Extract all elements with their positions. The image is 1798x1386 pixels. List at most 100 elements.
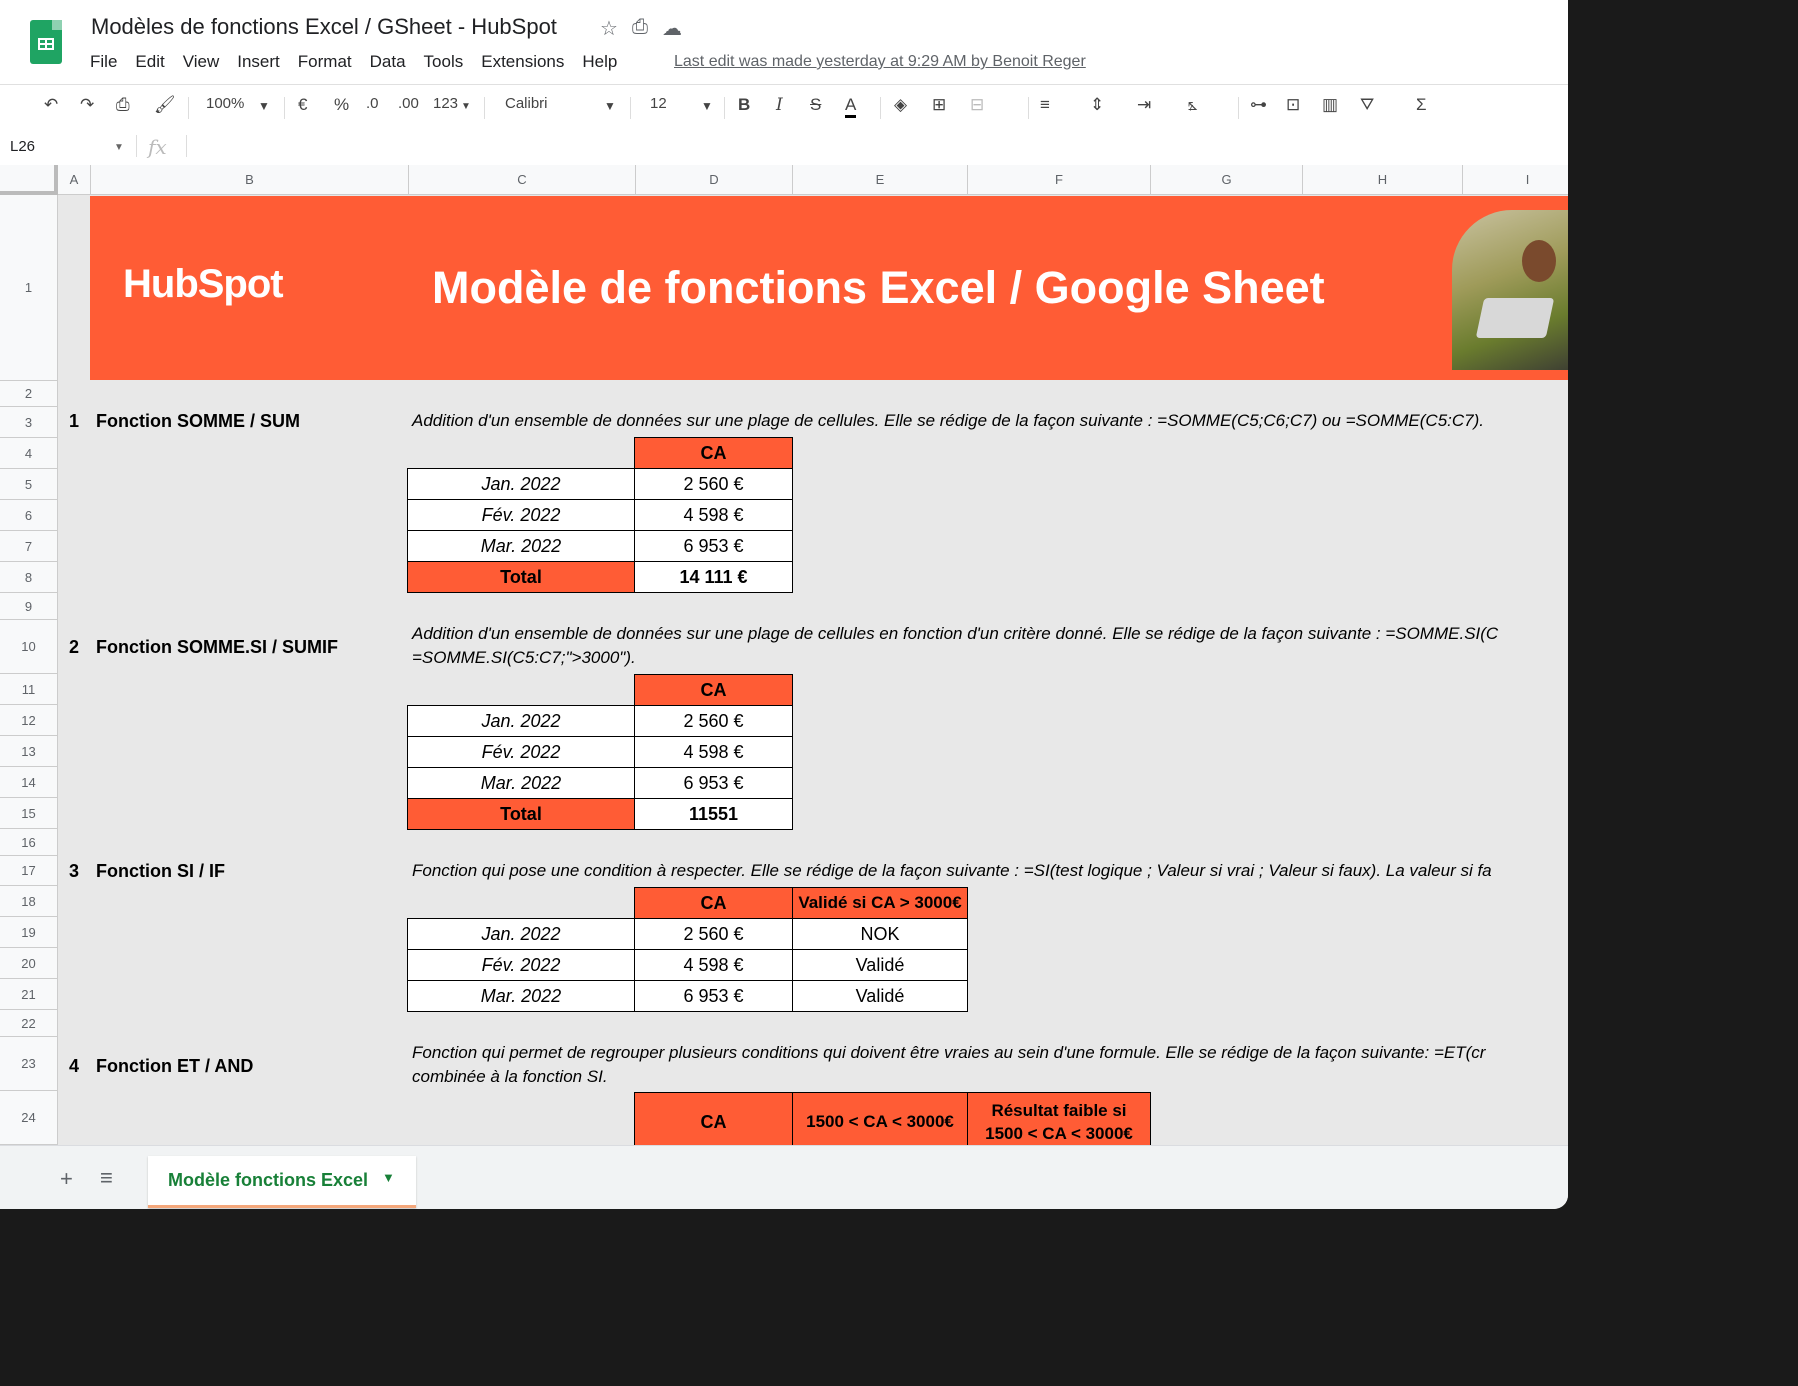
filter-icon[interactable]: ⛛ (1360, 95, 1374, 115)
column-header-f[interactable]: F (968, 165, 1151, 195)
table-cell-month[interactable]: Jan. 2022 (407, 705, 635, 737)
row-header[interactable]: 22 (0, 1010, 58, 1037)
chevron-down-icon[interactable]: ▼ (461, 101, 471, 112)
table-total-value[interactable]: 14 111 € (634, 561, 793, 593)
sheet-tab-active[interactable]: Modèle fonctions Excel ▼ (148, 1156, 416, 1208)
chevron-down-icon[interactable]: ▼ (701, 99, 713, 113)
text-wrap-icon[interactable]: ⇥ (1137, 95, 1151, 115)
table-cell-month[interactable]: Jan. 2022 (407, 468, 635, 500)
add-sheet-button[interactable]: + (60, 1166, 73, 1192)
name-box[interactable]: L26 (10, 138, 35, 155)
table-cell-status[interactable]: NOK (792, 918, 968, 950)
decrease-decimal-button[interactable]: .0 (366, 95, 379, 112)
row-header[interactable]: 16 (0, 829, 58, 856)
star-icon[interactable]: ☆ (600, 16, 618, 41)
column-header-i[interactable]: I (1463, 165, 1568, 195)
column-header-b[interactable]: B (91, 165, 409, 195)
column-header-g[interactable]: G (1151, 165, 1303, 195)
menu-tools[interactable]: Tools (424, 52, 464, 72)
row-header[interactable]: 14 (0, 767, 58, 798)
row-header[interactable]: 15 (0, 798, 58, 829)
row-header[interactable]: 12 (0, 705, 58, 736)
column-header-c[interactable]: C (409, 165, 636, 195)
currency-format-button[interactable]: € (298, 95, 307, 115)
menu-view[interactable]: View (183, 52, 220, 72)
functions-button[interactable]: Σ (1416, 95, 1427, 115)
font-family-select[interactable]: Calibri (505, 95, 548, 112)
strikethrough-button[interactable]: S (810, 95, 821, 115)
chevron-down-icon[interactable]: ▼ (604, 99, 616, 113)
insert-link-icon[interactable]: ⊶ (1250, 95, 1267, 115)
table-cell-month[interactable]: Mar. 2022 (407, 980, 635, 1012)
move-to-drive-icon[interactable]: ⎙ (632, 16, 648, 41)
row-header[interactable]: 17 (0, 856, 58, 886)
row-header[interactable]: 9 (0, 593, 58, 620)
menu-data[interactable]: Data (370, 52, 406, 72)
table-header-validation[interactable]: Validé si CA > 3000€ (792, 887, 968, 919)
menu-format[interactable]: Format (298, 52, 352, 72)
redo-icon[interactable]: ↷ (80, 95, 94, 115)
undo-icon[interactable]: ↶ (44, 95, 58, 115)
table-cell-ca[interactable]: 6 953 € (634, 530, 793, 562)
table-cell-ca[interactable]: 6 953 € (634, 767, 793, 799)
row-header[interactable]: 3 (0, 407, 58, 438)
document-title[interactable]: Modèles de fonctions Excel / GSheet - Hu… (91, 14, 557, 40)
row-header[interactable]: 6 (0, 500, 58, 531)
table-header-result[interactable]: Résultat faible si 1500 < CA < 3000€ (967, 1092, 1151, 1152)
select-all-corner[interactable] (0, 165, 58, 195)
borders-icon[interactable]: ⊞ (932, 95, 946, 115)
table-cell-status[interactable]: Validé (792, 949, 968, 981)
bold-button[interactable]: B (738, 95, 750, 115)
table-cell-ca[interactable]: 6 953 € (634, 980, 793, 1012)
italic-button[interactable]: I (776, 95, 783, 115)
row-header[interactable]: 8 (0, 562, 58, 593)
table-cell-ca[interactable]: 4 598 € (634, 949, 793, 981)
row-header[interactable]: 24 (0, 1091, 58, 1145)
column-header-d[interactable]: D (636, 165, 793, 195)
all-sheets-button[interactable]: ≡ (100, 1165, 113, 1191)
sheets-logo-icon[interactable] (30, 20, 62, 64)
table-cell-status[interactable]: Validé (792, 980, 968, 1012)
print-icon[interactable]: ⎙ (116, 95, 130, 115)
row-header[interactable]: 23 (0, 1037, 58, 1091)
table-cell-month[interactable]: Fév. 2022 (407, 499, 635, 531)
menu-file[interactable]: File (90, 52, 117, 72)
table-header-range[interactable]: 1500 < CA < 3000€ (792, 1092, 968, 1152)
table-cell-ca[interactable]: 2 560 € (634, 918, 793, 950)
horizontal-align-icon[interactable]: ≡ (1040, 95, 1050, 115)
more-formats-button[interactable]: 123 (433, 95, 458, 112)
table-cell-ca[interactable]: 2 560 € (634, 705, 793, 737)
font-size-select[interactable]: 12 (650, 95, 667, 112)
table-cell-ca[interactable]: 4 598 € (634, 499, 793, 531)
row-header[interactable]: 5 (0, 469, 58, 500)
table-header-ca[interactable]: CA (634, 674, 793, 706)
table-cell-month[interactable]: Mar. 2022 (407, 530, 635, 562)
column-header-e[interactable]: E (793, 165, 968, 195)
column-header-a[interactable]: A (58, 165, 91, 195)
last-edit-link[interactable]: Last edit was made yesterday at 9:29 AM … (674, 53, 1086, 71)
row-header[interactable]: 10 (0, 620, 58, 674)
cloud-status-icon[interactable]: ☁ (662, 16, 682, 41)
chevron-down-icon[interactable]: ▼ (114, 142, 124, 153)
row-header[interactable]: 7 (0, 531, 58, 562)
table-cell-ca[interactable]: 4 598 € (634, 736, 793, 768)
row-header[interactable]: 4 (0, 438, 58, 469)
row-header[interactable]: 13 (0, 736, 58, 767)
table-cell-month[interactable]: Fév. 2022 (407, 949, 635, 981)
menu-insert[interactable]: Insert (237, 52, 280, 72)
table-cell-month[interactable]: Fév. 2022 (407, 736, 635, 768)
row-header[interactable]: 1 (0, 195, 58, 381)
text-rotate-icon[interactable]: ⦩ (1188, 95, 1198, 115)
table-cell-month[interactable]: Jan. 2022 (407, 918, 635, 950)
row-header[interactable]: 20 (0, 948, 58, 979)
row-header[interactable]: 2 (0, 381, 58, 407)
increase-decimal-button[interactable]: .00 (398, 95, 419, 112)
menu-help[interactable]: Help (582, 52, 617, 72)
fill-color-icon[interactable]: ◈ (894, 95, 907, 115)
row-header[interactable]: 11 (0, 674, 58, 705)
table-header-ca[interactable]: CA (634, 887, 793, 919)
percent-format-button[interactable]: % (334, 95, 349, 115)
table-total-label[interactable]: Total (407, 798, 635, 830)
insert-comment-icon[interactable]: ⊡ (1286, 95, 1300, 115)
table-header-ca[interactable]: CA (634, 437, 793, 469)
